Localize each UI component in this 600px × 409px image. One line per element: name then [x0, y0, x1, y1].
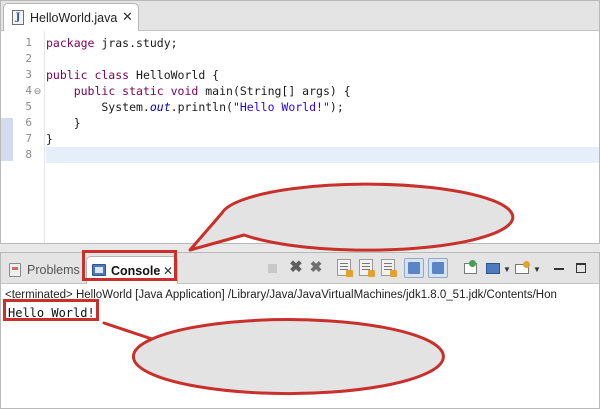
- speech-bubbles: [102, 182, 515, 396]
- speech-bubble-top: [188, 182, 515, 252]
- speech-bubble-bottom: [102, 318, 445, 396]
